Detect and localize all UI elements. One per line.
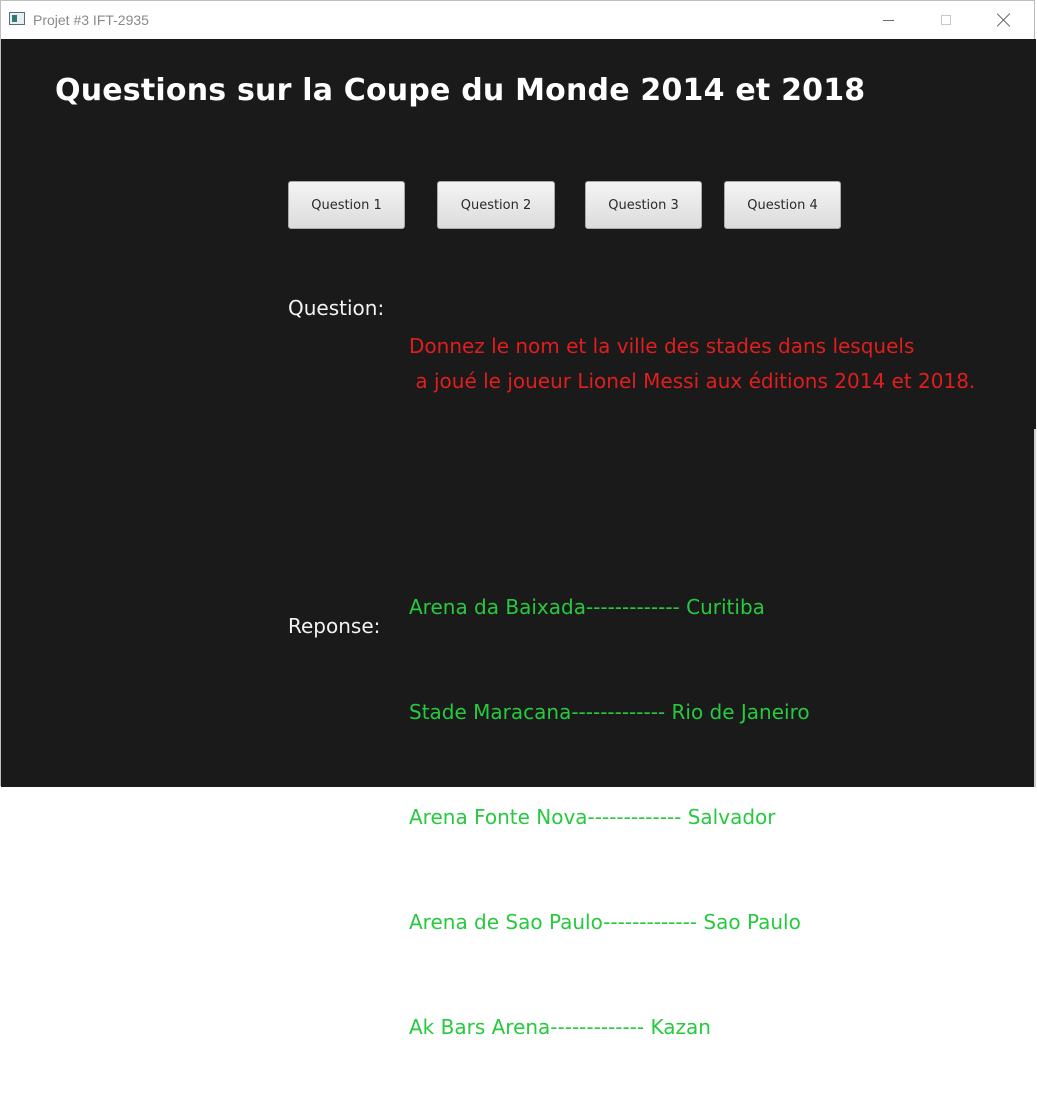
question-label: Question:	[288, 296, 385, 320]
question-2-button[interactable]: Question 2	[437, 181, 555, 229]
app-window-icon	[9, 12, 25, 25]
window-edge	[1034, 429, 1036, 787]
response-line: Stade Maracana------------- Rio de Janei…	[409, 700, 810, 724]
window-title: Projet #3 IFT-2935	[33, 12, 149, 28]
minimize-button[interactable]	[859, 1, 917, 39]
question-4-button[interactable]: Question 4	[724, 181, 841, 229]
question-1-button[interactable]: Question 1	[288, 181, 405, 229]
response-line: Arena de Sao Paulo------------- Sao Paul…	[409, 910, 801, 934]
question-line-1: Donnez le nom et la ville des stades dan…	[409, 334, 915, 358]
page-title: Questions sur la Coupe du Monde 2014 et …	[55, 73, 866, 108]
question-line-2: a joué le joueur Lionel Messi aux éditio…	[409, 369, 976, 393]
maximize-icon	[941, 15, 951, 25]
app-window: Projet #3 IFT-2935 Questions sur la Coup…	[0, 0, 1036, 1039]
close-button[interactable]	[975, 1, 1033, 39]
question-3-button[interactable]: Question 3	[585, 181, 702, 229]
response-line: Arena da Baixada------------- Curitiba	[409, 595, 765, 619]
minimize-icon	[882, 19, 894, 21]
response-line: Arena Fonte Nova------------- Salvador	[409, 805, 776, 829]
title-bar: Projet #3 IFT-2935	[1, 1, 1034, 39]
response-line: Ak Bars Arena------------- Kazan	[409, 1015, 711, 1039]
close-icon	[997, 13, 1011, 27]
response-text: Arena da Baixada------------- Curitiba S…	[409, 520, 810, 1115]
response-label: Reponse:	[288, 614, 381, 638]
maximize-button[interactable]	[917, 1, 975, 39]
main-content: Questions sur la Coupe du Monde 2014 et …	[1, 39, 1036, 1039]
question-text: Donnez le nom et la ville des stades dan…	[409, 329, 975, 399]
